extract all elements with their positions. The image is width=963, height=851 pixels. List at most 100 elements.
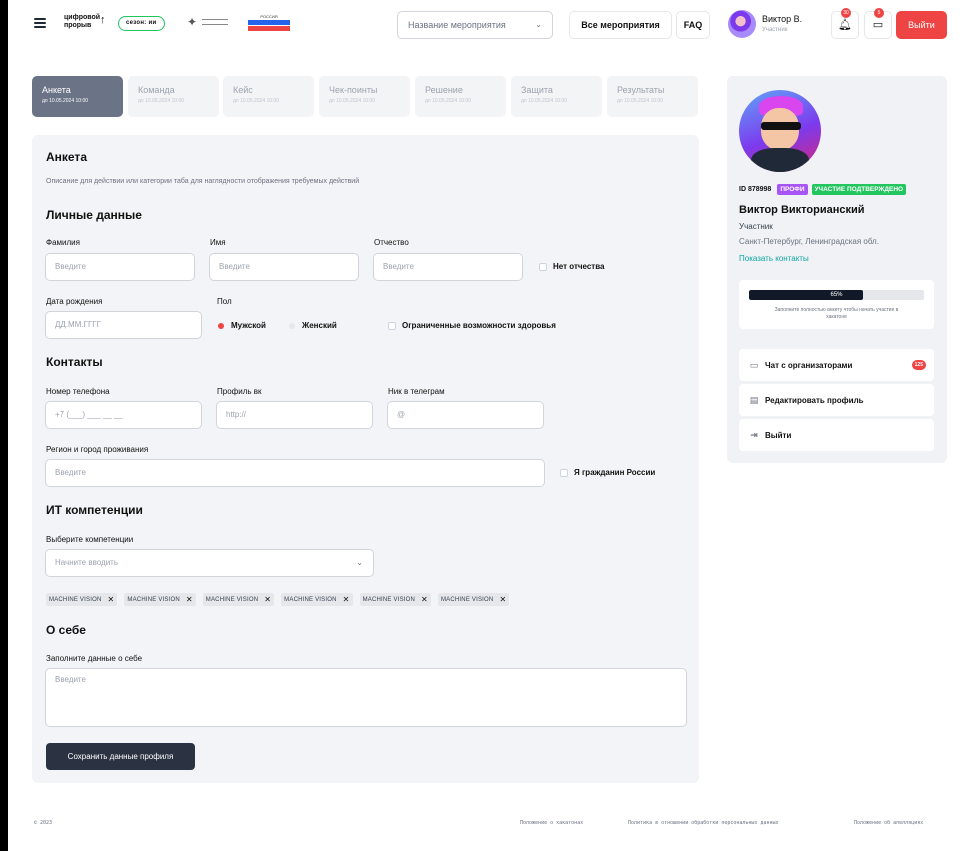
close-icon[interactable]: ✕ <box>343 595 350 604</box>
organizer-chat-button[interactable]: ▭ Чат с организаторами 125 <box>739 349 934 381</box>
avatar <box>728 10 756 38</box>
status-badge: УЧАСТИЕ ПОДТВЕРЖДЕНО <box>811 184 907 195</box>
phone-input[interactable]: +7 (___) ___ __ __ <box>45 401 202 429</box>
tab-checkpoints[interactable]: Чек-поинты до 10.05.2024 10:00 <box>319 76 410 117</box>
competencies-select[interactable]: Начните вводить ⌄ <box>45 549 374 577</box>
profile-progress: 65% Заполните полностью анкету чтобы нач… <box>739 280 934 329</box>
tab-results[interactable]: Результаты до 10.05.2024 10:00 <box>607 76 698 117</box>
ministry-logo <box>202 19 228 25</box>
competency-tag: MACHINE VISION ✕ <box>281 593 353 606</box>
copyright: © 2023 <box>34 820 53 826</box>
save-profile-button[interactable]: Сохранить данные профиля <box>46 743 195 770</box>
tab-anketa[interactable]: Анкета до 10.05.2024 10:00 <box>32 76 123 117</box>
disability-checkbox[interactable]: Ограниченные возможности здоровья <box>388 321 556 330</box>
surname-label: Фамилия <box>46 238 80 247</box>
notifications-button[interactable]: 🔔︎ 30 <box>831 8 859 39</box>
tab-case[interactable]: Кейс до 10.05.2024 10:00 <box>223 76 314 117</box>
competency-tags: MACHINE VISION ✕ MACHINE VISION ✕ MACHINE … <box>46 593 510 606</box>
chevron-down-icon: ⌄ <box>535 20 542 29</box>
about-section-title: О себе <box>46 623 86 637</box>
competency-tag: MACHINE VISION ✕ <box>437 593 510 606</box>
user-name: Виктор В. <box>762 14 803 24</box>
vk-input[interactable]: http:// <box>216 401 373 429</box>
user-role: Участник <box>762 27 788 33</box>
document-icon: ▤ <box>749 394 759 405</box>
chat-icon: ▭ <box>872 19 884 31</box>
faq-button[interactable]: FAQ <box>676 11 710 39</box>
message-count: 5 <box>874 8 884 18</box>
tab-team[interactable]: Команда до 10.05.2024 10:00 <box>128 76 219 117</box>
tab-solution[interactable]: Решение до 10.05.2024 10:00 <box>415 76 506 117</box>
russia-logo: РОССИЯ <box>248 14 290 32</box>
close-icon[interactable]: ✕ <box>107 595 114 604</box>
about-textarea[interactable]: Введите <box>45 668 687 727</box>
birth-date-label: Дата рождения <box>46 297 103 306</box>
competency-tag: MACHINE VISION ✕ <box>202 593 275 606</box>
patronymic-input[interactable]: Введите <box>373 253 523 281</box>
profile-role: Участник <box>739 222 773 231</box>
footer-link-privacy[interactable]: Политика в отношении обработки персональ… <box>628 820 779 826</box>
phone-label: Номер телефона <box>46 387 110 396</box>
progress-label: 65% <box>830 292 843 298</box>
chevron-down-icon: ⌄ <box>356 558 363 567</box>
sidebar-logout-button[interactable]: ⇥ Выйти <box>739 419 934 451</box>
logout-icon: ⇥ <box>750 429 758 440</box>
all-events-button[interactable]: Все мероприятия <box>569 11 672 39</box>
region-input[interactable]: Введите <box>45 459 545 487</box>
messages-button[interactable]: ▭ 5 <box>864 8 892 39</box>
competency-tag: MACHINE VISION ✕ <box>124 593 196 606</box>
competencies-label: Выберите компетенции <box>46 535 134 544</box>
progress-note: Заполните полностью анкету чтобы начать … <box>774 307 899 320</box>
page: цифровой прорыв ↑ сезон: ии ✦ РОССИЯ Наз… <box>8 0 963 851</box>
show-contacts-link[interactable]: Показать контакты <box>739 254 809 263</box>
name-label: Имя <box>210 238 226 247</box>
it-section-title: ИТ компетенции <box>46 503 143 517</box>
menu-icon[interactable] <box>34 18 46 28</box>
notification-count: 30 <box>841 8 851 18</box>
tab-defense[interactable]: Защита до 10.05.2024 10:00 <box>511 76 602 117</box>
logo[interactable]: цифровой прорыв ↑ <box>64 14 106 30</box>
event-select[interactable]: Название мероприятия ⌄ <box>397 11 553 39</box>
form-title: Анкета <box>46 150 87 164</box>
profile-form: Анкета Описание для действии или категор… <box>32 135 699 783</box>
competency-tag: MACHINE VISION ✕ <box>46 593 118 606</box>
profile-id: ID 878998 <box>739 186 772 193</box>
profile-card: ID 878998 ПРОФИ УЧАСТИЕ ПОДТВЕРЖДЕНО Вик… <box>727 76 947 463</box>
personal-section-title: Личные данные <box>46 208 142 222</box>
level-badge: ПРОФИ <box>777 184 808 195</box>
footer-link-hackathons[interactable]: Положение о хакатонах <box>520 820 583 826</box>
gender-male-radio[interactable]: Мужской <box>218 321 266 330</box>
top-bar: цифровой прорыв ↑ сезон: ии ✦ РОССИЯ Наз… <box>8 0 963 50</box>
region-label: Регион и город проживания <box>46 445 149 454</box>
season-badge: сезон: ии <box>118 16 165 31</box>
close-icon[interactable]: ✕ <box>264 595 271 604</box>
telegram-input[interactable]: @ <box>387 401 544 429</box>
close-icon[interactable]: ✕ <box>499 595 506 604</box>
telegram-label: Ник в телеграм <box>388 387 445 396</box>
chat-icon: ▭ <box>749 359 759 370</box>
name-input[interactable]: Введите <box>209 253 359 281</box>
profile-city: Санкт-Петербург, Ленинградская обл. <box>739 237 879 246</box>
user-menu[interactable]: Виктор В. Участник <box>728 10 818 40</box>
citizen-checkbox[interactable]: Я гражданин России <box>560 468 655 477</box>
bell-icon: 🔔︎ <box>838 19 852 31</box>
contacts-section-title: Контакты <box>46 355 103 369</box>
gender-female-radio[interactable]: Женский <box>289 321 337 330</box>
profile-name: Виктор Викторианский <box>739 204 865 216</box>
footer-link-appeals[interactable]: Положение об апелляциях <box>854 820 923 826</box>
avatar <box>739 90 821 172</box>
birth-date-input[interactable]: ДД.ММ.ГГГГ <box>45 311 202 339</box>
close-icon[interactable]: ✕ <box>421 595 428 604</box>
logout-button[interactable]: Выйти <box>896 11 947 39</box>
about-label: Заполните данные о себе <box>46 654 143 663</box>
no-patronymic-checkbox[interactable]: Нет отчества <box>539 262 604 271</box>
emblem-icon: ✦ <box>186 15 198 29</box>
profile-id-row: ID 878998 ПРОФИ УЧАСТИЕ ПОДТВЕРЖДЕНО <box>739 184 907 195</box>
competency-tag: MACHINE VISION ✕ <box>359 593 431 606</box>
chat-count-badge: 125 <box>911 360 926 370</box>
surname-input[interactable]: Введите <box>45 253 195 281</box>
vk-label: Профиль вк <box>217 387 262 396</box>
form-description: Описание для действии или категории таба… <box>46 178 360 185</box>
edit-profile-button[interactable]: ▤ Редактировать профиль <box>739 384 934 416</box>
close-icon[interactable]: ✕ <box>186 595 193 604</box>
